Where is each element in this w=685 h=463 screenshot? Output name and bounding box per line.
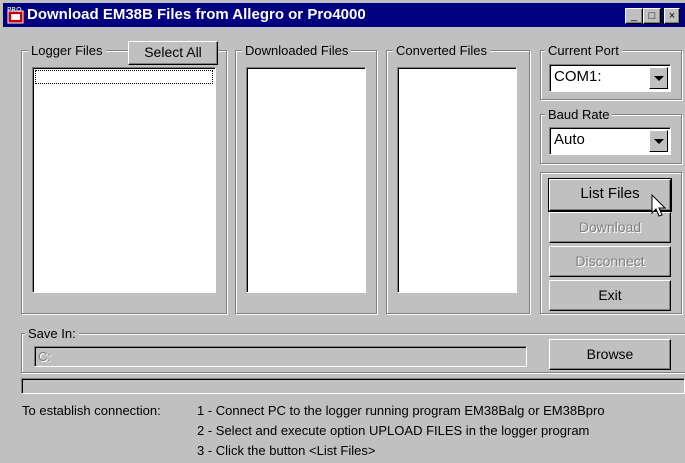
save-in-path-field[interactable]: C: — [34, 346, 527, 367]
title-bar[interactable]: PRO Download EM38B Files from Allegro or… — [3, 3, 685, 27]
converted-files-group: Converted Files — [386, 43, 530, 314]
save-in-label: Save In: — [25, 326, 79, 341]
baud-rate-select[interactable]: Auto — [549, 127, 671, 155]
mouse-cursor-icon — [651, 194, 667, 217]
converted-files-list[interactable] — [397, 67, 517, 293]
chevron-down-icon — [654, 139, 664, 144]
select-all-button[interactable]: Select All — [128, 41, 218, 65]
baud-rate-dropdown-button[interactable] — [649, 130, 668, 152]
downloaded-files-label: Downloaded Files — [242, 43, 352, 58]
exit-button[interactable]: Exit — [549, 280, 671, 311]
disconnect-button[interactable]: Disconnect — [549, 246, 671, 277]
logger-files-group: Logger Files — [21, 43, 227, 314]
current-port-value: COM1: — [554, 68, 602, 85]
current-port-dropdown-button[interactable] — [649, 67, 668, 89]
pro-app-icon: PRO — [7, 6, 24, 24]
close-icon: × — [668, 10, 676, 22]
logger-files-label: Logger Files — [28, 43, 106, 58]
window-title: Download EM38B Files from Allegro or Pro… — [27, 6, 366, 23]
progress-bar — [21, 378, 685, 394]
save-in-path-placeholder: C: — [38, 349, 51, 364]
chevron-down-icon — [654, 76, 664, 81]
current-port-select[interactable]: COM1: — [549, 64, 671, 92]
maximize-icon: □ — [648, 10, 656, 22]
baud-rate-label: Baud Rate — [545, 107, 613, 122]
close-button[interactable]: × — [664, 8, 680, 24]
browse-button[interactable]: Browse — [549, 339, 671, 370]
svg-text:PRO: PRO — [7, 6, 22, 14]
minimize-button[interactable]: _ — [625, 8, 643, 24]
current-port-label: Current Port — [545, 43, 622, 58]
download-window: PRO Download EM38B Files from Allegro or… — [0, 0, 685, 463]
logger-files-list[interactable] — [32, 67, 216, 293]
converted-files-label: Converted Files — [393, 43, 491, 58]
downloaded-files-group: Downloaded Files — [235, 43, 377, 314]
instruction-step-2: 2 - Select and execute option UPLOAD FIL… — [197, 423, 590, 438]
list-focus-item[interactable] — [35, 70, 213, 84]
maximize-button[interactable]: □ — [643, 8, 661, 24]
minimize-icon: _ — [630, 10, 638, 22]
instruction-step-1: 1 - Connect PC to the logger running pro… — [197, 403, 605, 418]
downloaded-files-list[interactable] — [246, 67, 366, 293]
instruction-step-3: 3 - Click the button <List Files> — [197, 443, 376, 458]
baud-rate-value: Auto — [554, 131, 585, 148]
instructions-heading: To establish connection: — [22, 403, 161, 418]
